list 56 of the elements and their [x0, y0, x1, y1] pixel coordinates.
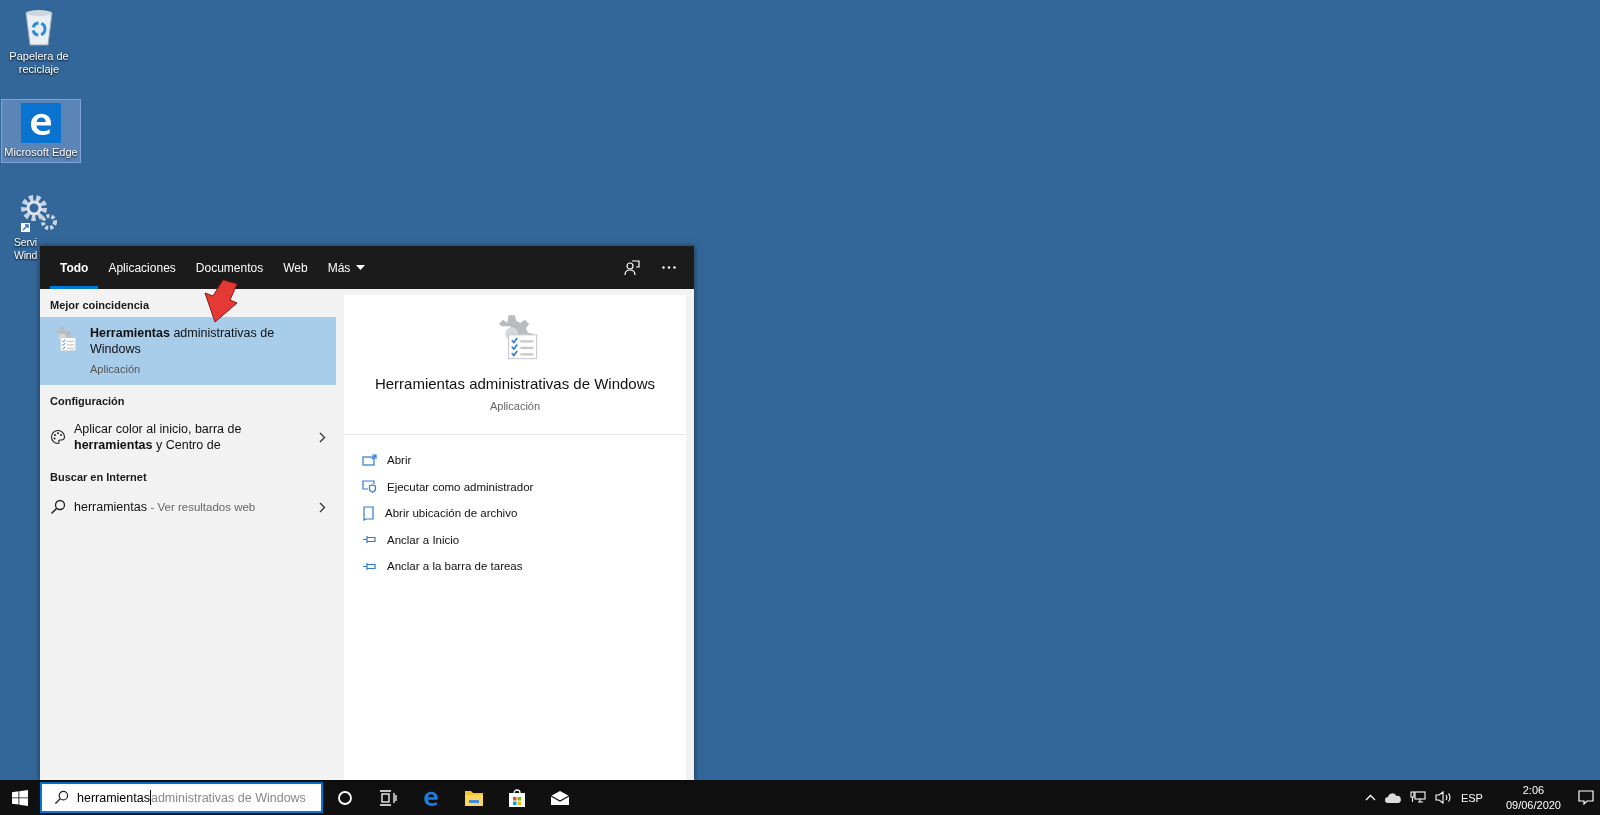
action-item[interactable]: Anclar a la barra de tareas	[362, 553, 686, 580]
filter-tab[interactable]: Web	[273, 246, 318, 289]
open-window-icon	[362, 453, 377, 467]
best-match-item[interactable]: Herramientas administrativas de Windows Aplicación	[40, 317, 336, 385]
section-heading: Buscar en Internet	[49, 470, 148, 485]
autocomplete-text: administrativas de Windows	[150, 790, 306, 805]
result-title: Herramientas administrativas de Windows	[90, 325, 276, 357]
action-item[interactable]: Anclar a Inicio	[362, 526, 686, 553]
search-icon	[54, 790, 69, 805]
more-icon[interactable]	[662, 266, 676, 269]
recycle-bin-icon	[23, 7, 55, 47]
section-heading: Mejor coincidencia	[49, 298, 151, 313]
result-text: herramientas - Ver resultados web	[74, 499, 257, 515]
pin-icon	[362, 560, 377, 572]
filter-tab[interactable]: Documentos	[185, 246, 274, 289]
filter-tab[interactable]: Aplicaciones	[98, 246, 186, 289]
desktop-icon-label[interactable]: Papelera de reciclaje	[9, 50, 69, 76]
pin-icon	[362, 534, 377, 546]
cloud-icon[interactable]	[1384, 792, 1401, 803]
result-item[interactable]: herramientas - Ver resultados web	[40, 489, 336, 525]
shopping-bag-icon[interactable]	[506, 787, 527, 808]
task-view-icon[interactable]	[378, 789, 397, 806]
shield-window-icon	[362, 480, 377, 494]
section-heading: Configuración	[49, 394, 126, 409]
edge-icon	[21, 103, 61, 143]
app-title: Herramientas administrativas de Windows	[374, 375, 656, 392]
filter-tab[interactable]: Más	[317, 246, 376, 289]
chevron-right-icon	[319, 501, 326, 513]
desktop-icon-label[interactable]: Microsoft Edge	[4, 146, 78, 159]
search-text: herramientas	[77, 790, 150, 805]
folder-icon[interactable]	[463, 788, 484, 807]
cortana-icon[interactable]	[336, 789, 353, 806]
clock[interactable]: 2:06 09/06/2020	[1505, 784, 1561, 811]
pointer-arrow-icon	[203, 278, 239, 324]
action-item[interactable]: Ejecutar como administrador	[362, 473, 686, 500]
mail-icon[interactable]	[549, 789, 570, 806]
feedback-icon[interactable]	[624, 259, 640, 276]
gears-icon	[18, 193, 60, 233]
result-type: Aplicación	[90, 363, 142, 375]
search-field[interactable]: herramientasadministrativas de Windows	[40, 782, 323, 813]
chevron-right-icon	[319, 431, 326, 443]
file-location-icon	[362, 505, 375, 521]
input-language[interactable]: ESP	[1460, 791, 1483, 804]
notification-icon[interactable]	[1578, 790, 1594, 805]
result-text: Aplicar color al inicio, barra de herramientas y Centro de	[74, 421, 243, 453]
action-item[interactable]: Abrir	[362, 447, 686, 474]
palette-icon	[50, 429, 66, 445]
volume-icon[interactable]	[1434, 791, 1452, 804]
result-item[interactable]: Aplicar color al inicio, barra de herramientas y Centro de	[40, 413, 336, 461]
windows-logo-icon[interactable]	[12, 789, 28, 806]
search-icon	[50, 499, 66, 515]
desktop-icon-label[interactable]: Servi Wind	[0, 236, 38, 262]
network-icon[interactable]	[1409, 791, 1426, 804]
app-type: Aplicación	[489, 400, 541, 412]
chevron-up-icon[interactable]	[1364, 794, 1376, 801]
action-item[interactable]: Abrir ubicación de archivo	[362, 500, 686, 527]
